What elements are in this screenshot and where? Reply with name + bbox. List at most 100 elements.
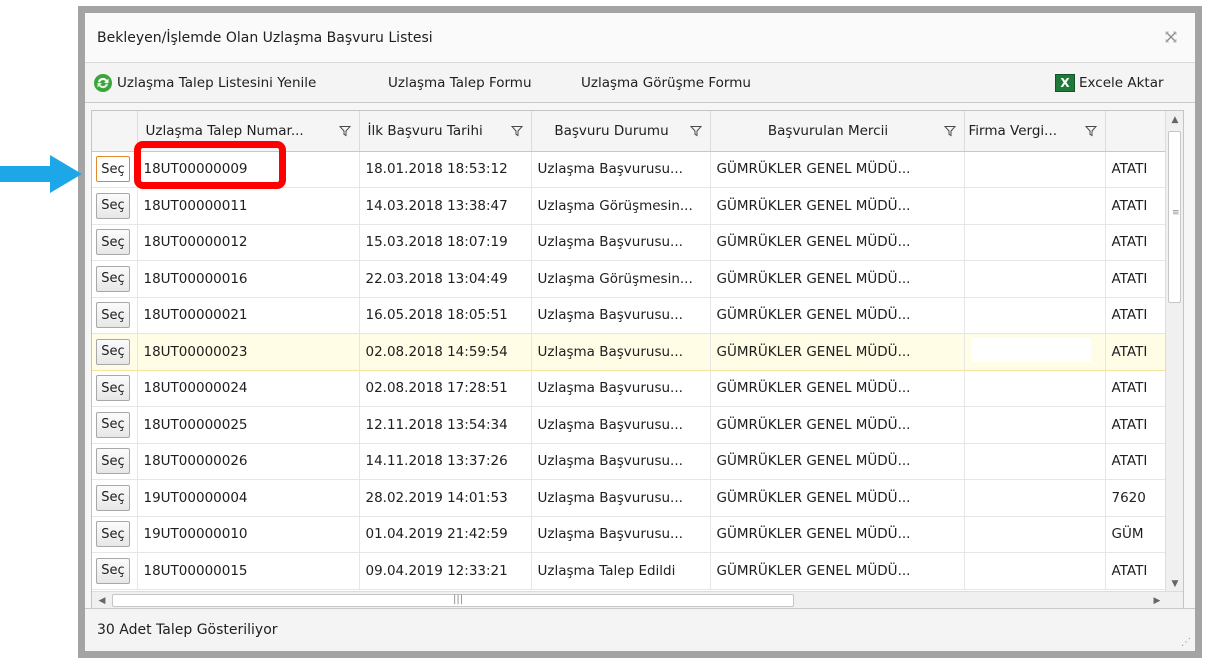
office-cell: GÜMRÜKLER GENEL MÜDÜ... (710, 479, 965, 517)
filter-icon[interactable] (943, 125, 956, 137)
status-cell: Uzlaşma Başvurusu... (531, 479, 711, 517)
select-button[interactable]: Seç (96, 448, 130, 475)
scroll-up-icon[interactable]: ▲ (1167, 111, 1183, 129)
select-button[interactable]: Seç (96, 156, 130, 183)
tax-cell (964, 406, 1106, 444)
date-cell: 16.05.2018 18:05:51 (359, 297, 532, 334)
date-cell: 18.01.2018 18:53:12 (359, 151, 532, 188)
tax-cell (964, 187, 1106, 225)
table-row: Seç 18UT00000024 02.08.2018 17:28:51 Uzlaşm… (92, 370, 1183, 407)
table-row: Seç 18UT00000021 16.05.2018 18:05:51 Uzlaşm… (92, 297, 1183, 334)
request-number-cell: 18UT00000026 (137, 443, 360, 480)
status-cell: Uzlaşma Başvurusu... (531, 333, 711, 371)
request-number-cell: 18UT00000011 (137, 187, 360, 225)
excel-icon: X (1055, 74, 1075, 92)
tax-cell (964, 224, 1106, 261)
filter-icon[interactable] (338, 125, 351, 137)
select-button[interactable]: Seç (96, 192, 130, 219)
redacted-area (970, 191, 1091, 216)
filter-icon[interactable] (510, 125, 523, 137)
redacted-area (970, 264, 1091, 289)
select-button[interactable]: Seç (96, 338, 130, 365)
vertical-scrollbar[interactable]: ▲ ≡ ▼ (1165, 111, 1183, 593)
select-button[interactable]: Seç (96, 484, 130, 511)
meeting-form-button[interactable]: Uzlaşma Görüşme Formu (581, 72, 751, 94)
table-row: Seç 18UT00000011 14.03.2018 13:38:47 Uzlaşm… (92, 187, 1183, 225)
request-number-cell: 18UT00000023 (137, 333, 360, 371)
redacted-area (970, 155, 1091, 180)
select-button[interactable]: Seç (96, 229, 130, 256)
status-cell: Uzlaşma Başvurusu... (531, 370, 711, 407)
table-row: Seç 19UT00000004 28.02.2019 14:01:53 Uzlaşm… (92, 479, 1183, 517)
window-title: Bekleyen/İşlemde Olan Uzlaşma Başvuru Li… (97, 30, 433, 46)
office-cell: GÜMRÜKLER GENEL MÜDÜ... (710, 333, 965, 371)
status-text: 30 Adet Talep Gösteriliyor (97, 622, 278, 638)
header-application-status[interactable]: Başvuru Durumu (531, 111, 711, 152)
select-button[interactable]: Seç (96, 557, 130, 584)
status-cell: Uzlaşma Başvurusu... (531, 516, 711, 553)
date-cell: 14.11.2018 13:37:26 (359, 443, 532, 480)
status-cell: Uzlaşma Görüşmesin... (531, 187, 711, 225)
header-label: Başvuru Durumu (554, 122, 669, 139)
table-row: Seç 18UT00000015 09.04.2019 12:33:21 Uzlaşm… (92, 552, 1183, 590)
select-button[interactable]: Seç (96, 265, 130, 292)
header-applied-office[interactable]: Başvurulan Mercii (710, 111, 965, 152)
date-cell: 09.04.2019 12:33:21 (359, 552, 532, 590)
office-cell: GÜMRÜKLER GENEL MÜDÜ... (710, 516, 965, 553)
status-cell: Uzlaşma Başvurusu... (531, 443, 711, 480)
redacted-area (970, 228, 1091, 253)
redacted-area (970, 447, 1091, 472)
horizontal-scrollbar[interactable]: ◀ ||| ▶ (92, 591, 1183, 609)
title-bar: Bekleyen/İşlemde Olan Uzlaşma Başvuru Li… (85, 13, 1195, 63)
request-number-cell: 18UT00000016 (137, 260, 360, 298)
close-icon[interactable] (1161, 27, 1181, 47)
office-cell: GÜMRÜKLER GENEL MÜDÜ... (710, 151, 965, 188)
horizontal-scroll-thumb[interactable]: ||| (112, 594, 794, 607)
status-cell: Uzlaşma Başvurusu... (531, 151, 711, 188)
highlight-box (134, 141, 286, 189)
select-button[interactable]: Seç (96, 411, 130, 438)
refresh-list-label: Uzlaşma Talep Listesini Yenile (117, 75, 317, 91)
redacted-area (970, 520, 1091, 545)
select-button[interactable]: Seç (96, 302, 130, 329)
date-cell: 28.02.2019 14:01:53 (359, 479, 532, 517)
refresh-list-button[interactable]: Uzlaşma Talep Listesini Yenile (93, 72, 316, 94)
header-label: İlk Başvuru Tarihi (367, 122, 483, 139)
filter-icon[interactable] (1084, 125, 1097, 137)
tax-cell (964, 443, 1106, 480)
tax-cell (964, 516, 1106, 553)
table-row: Seç 18UT00000016 22.03.2018 13:04:49 Uzlaşm… (92, 260, 1183, 298)
select-button[interactable]: Seç (96, 521, 130, 548)
pointer-arrow-icon (0, 155, 82, 193)
header-first-application-date[interactable]: İlk Başvuru Tarihi (359, 111, 532, 152)
grip-icon: ≡ (1172, 208, 1180, 218)
header-label: Başvurulan Mercii (767, 122, 889, 139)
header-select (92, 111, 138, 152)
date-cell: 22.03.2018 13:04:49 (359, 260, 532, 298)
status-bar: 30 Adet Talep Gösteriliyor ⋰ (85, 608, 1195, 651)
tax-cell (964, 479, 1106, 517)
select-button[interactable]: Seç (96, 375, 130, 402)
vertical-scroll-thumb[interactable]: ≡ (1168, 131, 1181, 303)
filter-icon[interactable] (689, 125, 702, 137)
request-number-cell: 18UT00000015 (137, 552, 360, 590)
header-company-tax[interactable]: Firma Vergi... (964, 111, 1106, 152)
redacted-area (970, 410, 1091, 435)
export-excel-button[interactable]: X Excele Aktar (1055, 72, 1164, 94)
dialog-window: Bekleyen/İşlemde Olan Uzlaşma Başvuru Li… (78, 6, 1202, 658)
tax-cell (964, 370, 1106, 407)
grip-icon: ||| (453, 594, 464, 605)
request-form-button[interactable]: Uzlaşma Talep Formu (388, 72, 532, 94)
status-cell: Uzlaşma Görüşmesin... (531, 260, 711, 298)
request-form-label: Uzlaşma Talep Formu (388, 75, 532, 91)
redacted-area (970, 301, 1091, 326)
resize-grip-icon[interactable]: ⋰ (1181, 637, 1191, 648)
table-row: Seç 18UT00000012 15.03.2018 18:07:19 Uzlaşm… (92, 224, 1183, 261)
status-cell: Uzlaşma Başvurusu... (531, 297, 711, 334)
request-number-cell: 18UT00000024 (137, 370, 360, 407)
export-excel-label: Excele Aktar (1079, 75, 1164, 91)
redacted-area (970, 337, 1091, 362)
office-cell: GÜMRÜKLER GENEL MÜDÜ... (710, 443, 965, 480)
header-label: Uzlaşma Talep Numar... (145, 122, 304, 139)
toolbar: Uzlaşma Talep Listesini Yenile Uzlaşma T… (85, 63, 1195, 103)
